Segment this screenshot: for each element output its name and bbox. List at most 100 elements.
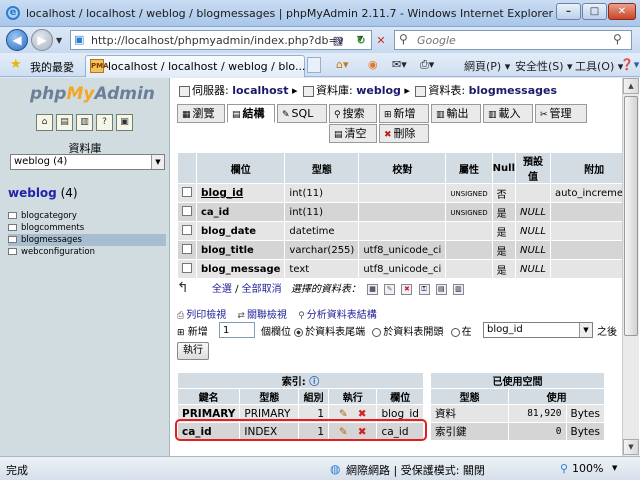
tab-search[interactable]: ⚲ 搜索 [329,104,377,123]
favorites-button[interactable]: 我的最愛 [30,59,74,75]
recent-pages-dropdown-icon[interactable]: ▼ [56,36,62,45]
table-list-item-active[interactable]: blogmessages [8,234,166,246]
table-list-item[interactable]: blogcomments [8,222,166,234]
minimize-button[interactable]: – [556,3,581,20]
table-icon[interactable] [8,224,17,231]
at-beginning-radio[interactable] [372,327,382,337]
tab-blogmessages[interactable]: PMA localhost / localhost / weblog / blo… [85,55,305,77]
tools-menu-button[interactable]: 工具(O) ▾ [575,58,623,74]
address-input[interactable] [91,33,343,47]
security-zone[interactable]: 網際網路 | 受保護模式: 關閉 [346,462,485,478]
field-default [515,183,551,203]
breadcrumb-table[interactable]: blogmessages [469,84,557,97]
tab-sql[interactable]: ✎ SQL [277,104,327,123]
row-checkbox[interactable] [182,243,192,254]
row-checkbox[interactable] [182,262,192,273]
scroll-up-icon[interactable]: ▲ [623,78,639,94]
tab-operations[interactable]: ✂ 管理 [535,104,587,123]
favorites-star-icon[interactable]: ★ [10,57,22,72]
phpmyadmin-logo[interactable]: phpMyAdmin [30,84,155,104]
table-name[interactable]: blogmessages [21,235,82,245]
query-window-icon[interactable]: ▥ [76,114,93,131]
sql-query-icon[interactable]: ▤ [56,114,73,131]
export-icon: ▥ [436,110,445,120]
tab-export[interactable]: ▥ 輸出 [431,104,481,123]
vertical-scrollbar[interactable]: ▲ ▼ [622,78,639,456]
edit-selected-icon[interactable]: ✎ [384,283,396,295]
tab-insert[interactable]: ⊞ 新增 [379,104,429,123]
sql-docs-icon[interactable]: ▣ [116,114,133,131]
safety-menu-button[interactable]: 安全性(S) ▾ [515,58,573,74]
tab-import[interactable]: ▥ 載入 [483,104,533,123]
tab-structure[interactable]: ▤ 結構 [227,104,275,123]
refresh-icon[interactable]: ↻ [353,33,369,49]
tab-browse[interactable]: ▦ 瀏覽 [177,104,225,123]
row-checkbox[interactable] [182,205,192,216]
table-icon[interactable] [8,212,17,219]
check-all-link[interactable]: 全選 [212,284,232,295]
row-checkbox[interactable] [182,186,192,197]
back-button[interactable]: ◀ [6,29,28,51]
zoom-level[interactable]: 100% [572,462,603,475]
breadcrumb-database[interactable]: weblog [356,84,401,97]
scrollbar-thumb[interactable] [624,96,638,336]
delete-selected-icon[interactable]: ✖ [401,283,413,295]
zoom-dropdown-icon[interactable]: ▼ [612,464,617,472]
mail-icon[interactable]: ✉▾ [392,58,407,71]
close-button[interactable]: ✕ [608,3,636,20]
table-list-item[interactable]: webconfiguration [8,246,166,258]
help-icon[interactable]: ⓘ [309,377,319,388]
at-end-radio[interactable] [294,327,304,337]
after-field-radio[interactable] [450,327,460,337]
database-select[interactable]: weblog (4) ▼ [10,154,165,170]
unique-icon[interactable]: ▥ [452,283,464,295]
table-name[interactable]: blogcategory [21,211,77,221]
add-field-count-input[interactable] [219,322,255,338]
new-tab-button[interactable] [307,57,321,73]
chevron-down-icon[interactable]: ▼ [151,155,164,169]
database-title[interactable]: weblog (4) [8,186,78,200]
tab-empty[interactable]: ▤ 清空 [329,124,377,143]
browse-selected-icon[interactable]: ▦ [367,283,379,295]
propose-structure-link[interactable]: 分析資料表結構 [307,310,377,321]
table-list-item[interactable]: blogcategory [8,210,166,222]
scroll-down-icon[interactable]: ▼ [623,439,639,455]
go-button[interactable]: 執行 [177,342,209,360]
relation-view-link[interactable]: 關聯檢視 [247,310,287,321]
tab-drop[interactable]: ✖ 刪除 [379,124,429,143]
search-box[interactable]: ⚲ ⚲ [394,30,632,50]
tab-label: SQL [291,107,314,120]
home-icon[interactable]: ⌂▾ [336,58,349,71]
edit-icon[interactable]: ✎ [339,408,348,420]
maximize-button[interactable]: □ [582,3,607,20]
database-name[interactable]: weblog [8,186,57,200]
table-icon[interactable] [8,236,17,243]
delete-icon[interactable]: ✖ [358,408,367,420]
page-menu-button[interactable]: 網頁(P) ▾ [464,58,510,74]
home-icon[interactable]: ⌂ [36,114,53,131]
compatibility-view-icon[interactable]: ▧ [330,33,346,49]
documentation-icon[interactable]: ? [96,114,113,131]
feeds-icon[interactable]: ◉ [368,58,378,71]
address-bar[interactable]: ▣ ▼ [70,30,372,50]
stop-icon[interactable]: ✕ [373,33,389,49]
search-go-icon[interactable]: ⚲ [613,32,622,46]
breadcrumb-server[interactable]: localhost [232,84,288,97]
row-checkbox[interactable] [182,224,192,235]
search-input[interactable] [417,33,607,47]
index-icon[interactable]: ▤ [435,283,447,295]
field-attributes [445,259,493,279]
after-field-select[interactable]: blog_id ▼ [483,322,593,338]
zoom-icon[interactable]: ⚲ [560,462,568,475]
print-icon[interactable]: ⎙▾ [420,58,434,72]
table-name[interactable]: blogcomments [21,223,84,233]
help-icon[interactable]: ❓▾ [620,58,639,71]
header-attributes: 屬性 [445,152,493,184]
uncheck-all-link[interactable]: 全部取消 [242,284,282,295]
primary-key-icon[interactable]: ⚿ [418,283,430,295]
forward-button[interactable]: ▶ [31,29,53,51]
table-name[interactable]: webconfiguration [21,247,95,257]
chevron-down-icon[interactable]: ▼ [579,323,592,337]
table-icon[interactable] [8,248,17,255]
print-view-link[interactable]: 列印檢視 [186,310,226,321]
